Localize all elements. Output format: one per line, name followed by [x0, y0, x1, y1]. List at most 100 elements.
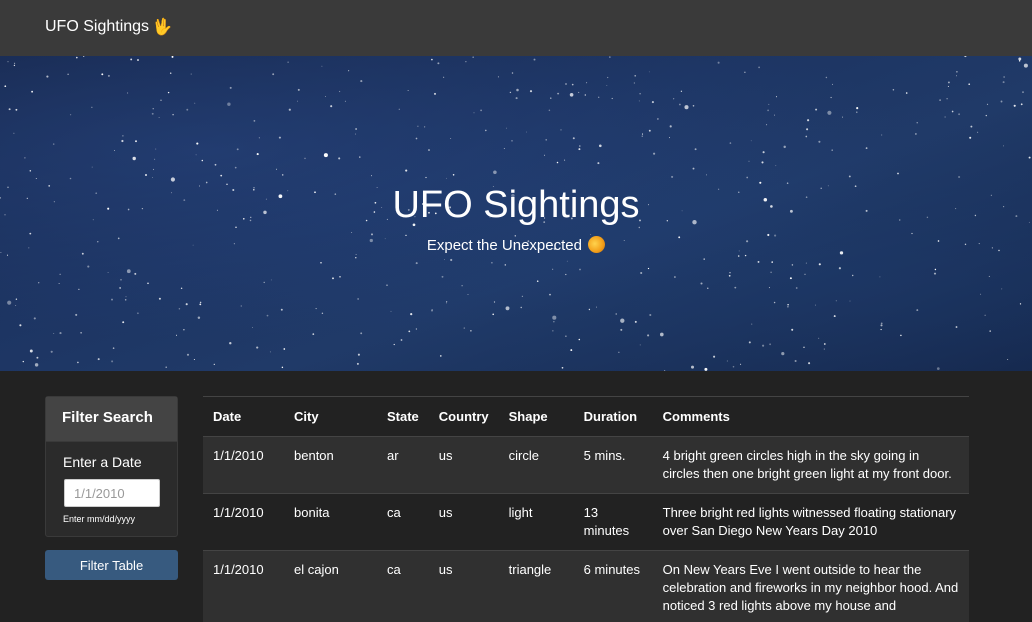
star — [578, 148, 581, 151]
star — [713, 355, 716, 358]
star — [463, 327, 466, 329]
star — [4, 85, 7, 88]
star — [533, 58, 536, 61]
star — [14, 62, 16, 64]
star — [648, 129, 651, 132]
star — [127, 92, 129, 94]
star — [439, 355, 442, 357]
star — [6, 254, 9, 256]
star — [680, 90, 683, 92]
star — [201, 159, 204, 162]
star — [615, 313, 617, 315]
star — [726, 360, 728, 362]
cell-shape: circle — [498, 436, 574, 494]
ufo-table: Date City State Country Shape Duration C… — [203, 397, 969, 622]
star — [497, 76, 499, 78]
star — [1000, 100, 1003, 103]
star — [410, 313, 413, 316]
cell-comments: 4 bright green circles high in the sky g… — [652, 436, 969, 494]
star — [122, 135, 124, 137]
star — [762, 151, 765, 154]
hero-banner: UFO Sightings Expect the Unexpected — [0, 56, 1032, 371]
star — [491, 261, 493, 264]
star — [521, 295, 524, 297]
star — [484, 129, 487, 132]
star — [571, 83, 574, 86]
star — [445, 302, 448, 304]
star — [641, 133, 644, 135]
star — [492, 313, 495, 316]
date-input[interactable] — [64, 479, 160, 507]
star — [155, 148, 157, 150]
star — [7, 300, 12, 305]
star — [769, 343, 771, 346]
star — [465, 61, 467, 63]
star — [849, 300, 851, 302]
star — [552, 315, 557, 320]
star — [1028, 156, 1031, 159]
header-shape: Shape — [498, 397, 574, 437]
star — [703, 258, 705, 260]
star — [641, 135, 644, 137]
star — [565, 273, 567, 276]
star — [557, 92, 560, 95]
star — [408, 330, 411, 333]
star — [856, 107, 859, 110]
star — [1023, 63, 1028, 68]
star — [503, 148, 505, 149]
star — [59, 332, 62, 335]
header-duration: Duration — [573, 397, 653, 437]
star — [165, 366, 167, 369]
star — [620, 328, 623, 331]
comet-icon — [588, 236, 606, 253]
star — [125, 296, 127, 298]
star — [977, 131, 979, 133]
star — [704, 367, 708, 371]
star — [111, 298, 113, 301]
star — [111, 360, 114, 363]
star — [814, 304, 816, 306]
star — [947, 85, 949, 87]
star — [415, 137, 418, 140]
star — [461, 285, 463, 287]
star — [199, 303, 202, 306]
filter-panel: Filter Search Enter a Date Enter mm/dd/y… — [45, 396, 178, 537]
star — [272, 73, 275, 76]
star — [556, 161, 559, 164]
star — [29, 349, 33, 353]
star — [969, 136, 972, 139]
filter-table-button[interactable]: Filter Table — [45, 550, 178, 580]
star — [761, 161, 764, 164]
star — [669, 125, 672, 128]
star — [746, 176, 749, 179]
star — [321, 65, 323, 67]
star — [315, 308, 317, 310]
star — [252, 327, 253, 329]
star — [791, 328, 794, 331]
star — [253, 120, 256, 122]
star — [185, 303, 188, 306]
star — [75, 313, 78, 316]
table-header-row: Date City State Country Shape Duration C… — [203, 397, 969, 437]
star — [597, 162, 600, 165]
star — [130, 58, 133, 61]
star — [596, 306, 597, 308]
cell-city: el cajon — [284, 550, 377, 622]
star — [171, 56, 174, 58]
star — [172, 113, 174, 116]
star — [269, 351, 271, 353]
star — [649, 313, 652, 317]
cell-state: ca — [377, 550, 429, 622]
star — [729, 142, 732, 144]
star — [132, 156, 136, 161]
star — [964, 56, 967, 58]
star — [493, 170, 497, 175]
brand-link[interactable]: UFO Sightings 🖖 — [45, 17, 172, 37]
hero-subtitle: Expect the Unexpected — [0, 236, 1032, 254]
star — [297, 88, 300, 91]
star — [19, 324, 22, 327]
star — [1002, 81, 1005, 84]
star — [1018, 60, 1021, 62]
star — [428, 149, 430, 151]
star — [544, 154, 546, 156]
